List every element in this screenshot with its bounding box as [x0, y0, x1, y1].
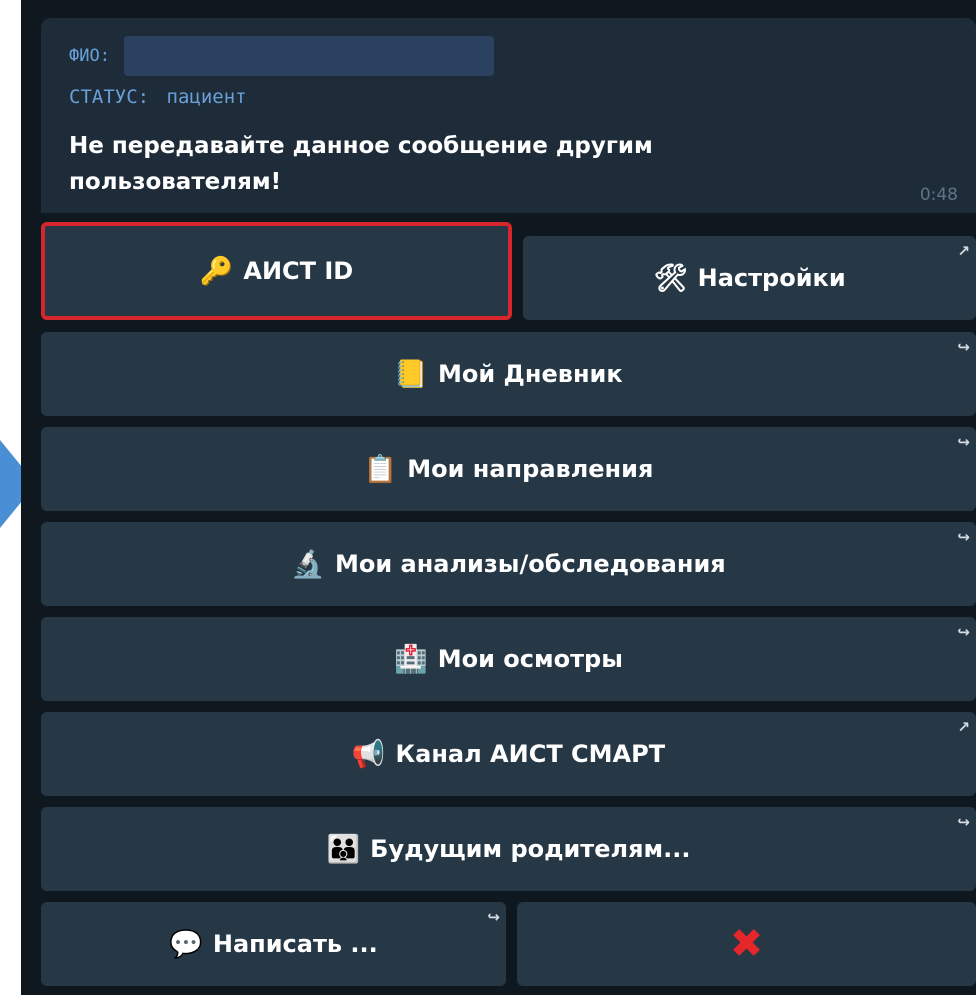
notebook-icon: 📒 — [394, 359, 428, 390]
chat-frame: ФИО: СТАТУС: пациент Не передавайте данн… — [21, 0, 976, 995]
forward-icon: ↪ — [957, 433, 970, 451]
message-time: 0:48 — [919, 185, 958, 205]
fio-label: ФИО: — [69, 46, 110, 66]
tools-icon: 🛠 — [653, 263, 688, 294]
referrals-button[interactable]: 📋 Мои направления ↪ — [41, 427, 976, 511]
close-button[interactable]: ✖ — [517, 902, 976, 986]
status-label: СТАТУС: — [69, 86, 150, 108]
parents-button[interactable]: 👪 Будущим родителям... ↪ — [41, 807, 976, 891]
megaphone-icon: 📢 — [351, 739, 386, 770]
external-link-icon: ↗ — [957, 718, 970, 736]
forward-icon: ↪ — [957, 338, 970, 356]
referrals-label: Мои направления — [407, 455, 654, 483]
status-value: пациент — [166, 86, 247, 108]
clipboard-icon: 📋 — [363, 454, 398, 485]
fio-row: ФИО: — [69, 34, 494, 78]
diary-label: Мой Дневник — [437, 360, 623, 388]
exams-label: Мои осмотры — [437, 645, 623, 673]
tests-label: Мои анализы/обследования — [334, 550, 726, 578]
speech-bubble-icon: 💬 — [169, 929, 203, 960]
microscope-icon: 🔬 — [291, 549, 325, 580]
warning-text: Не передавайте данное сообщение другим п… — [69, 133, 653, 195]
external-link-icon: ↗ — [957, 242, 970, 260]
settings-button[interactable]: 🛠 Настройки ↗ — [523, 236, 976, 320]
aist-id-button[interactable]: 🔑 АИСТ ID — [41, 222, 512, 320]
channel-button[interactable]: 📢 Канал АИСТ СМАРТ ↗ — [41, 712, 976, 796]
write-label: Написать ... — [212, 930, 378, 958]
tests-button[interactable]: 🔬 Мои анализы/обследования ↪ — [41, 522, 976, 606]
redacted-name — [123, 36, 494, 76]
close-icon: ✖ — [729, 921, 764, 967]
forward-icon: ↪ — [487, 908, 500, 926]
parents-label: Будущим родителям... — [370, 835, 691, 863]
key-icon: 🔑 — [199, 256, 234, 287]
hospital-icon: 🏥 — [394, 644, 428, 675]
settings-label: Настройки — [697, 264, 846, 292]
exams-button[interactable]: 🏥 Мои осмотры ↪ — [41, 617, 976, 701]
forward-icon: ↪ — [957, 623, 970, 641]
status-row: СТАТУС: пациент — [69, 86, 247, 108]
forward-icon: ↪ — [957, 528, 970, 546]
aist-id-label: АИСТ ID — [243, 257, 354, 285]
forward-icon: ↪ — [957, 813, 970, 831]
channel-label: Канал АИСТ СМАРТ — [395, 740, 666, 768]
write-button[interactable]: 💬 Написать ... ↪ — [41, 902, 506, 986]
diary-button[interactable]: 📒 Мой Дневник ↪ — [41, 332, 976, 416]
family-icon: 👪 — [326, 834, 361, 865]
